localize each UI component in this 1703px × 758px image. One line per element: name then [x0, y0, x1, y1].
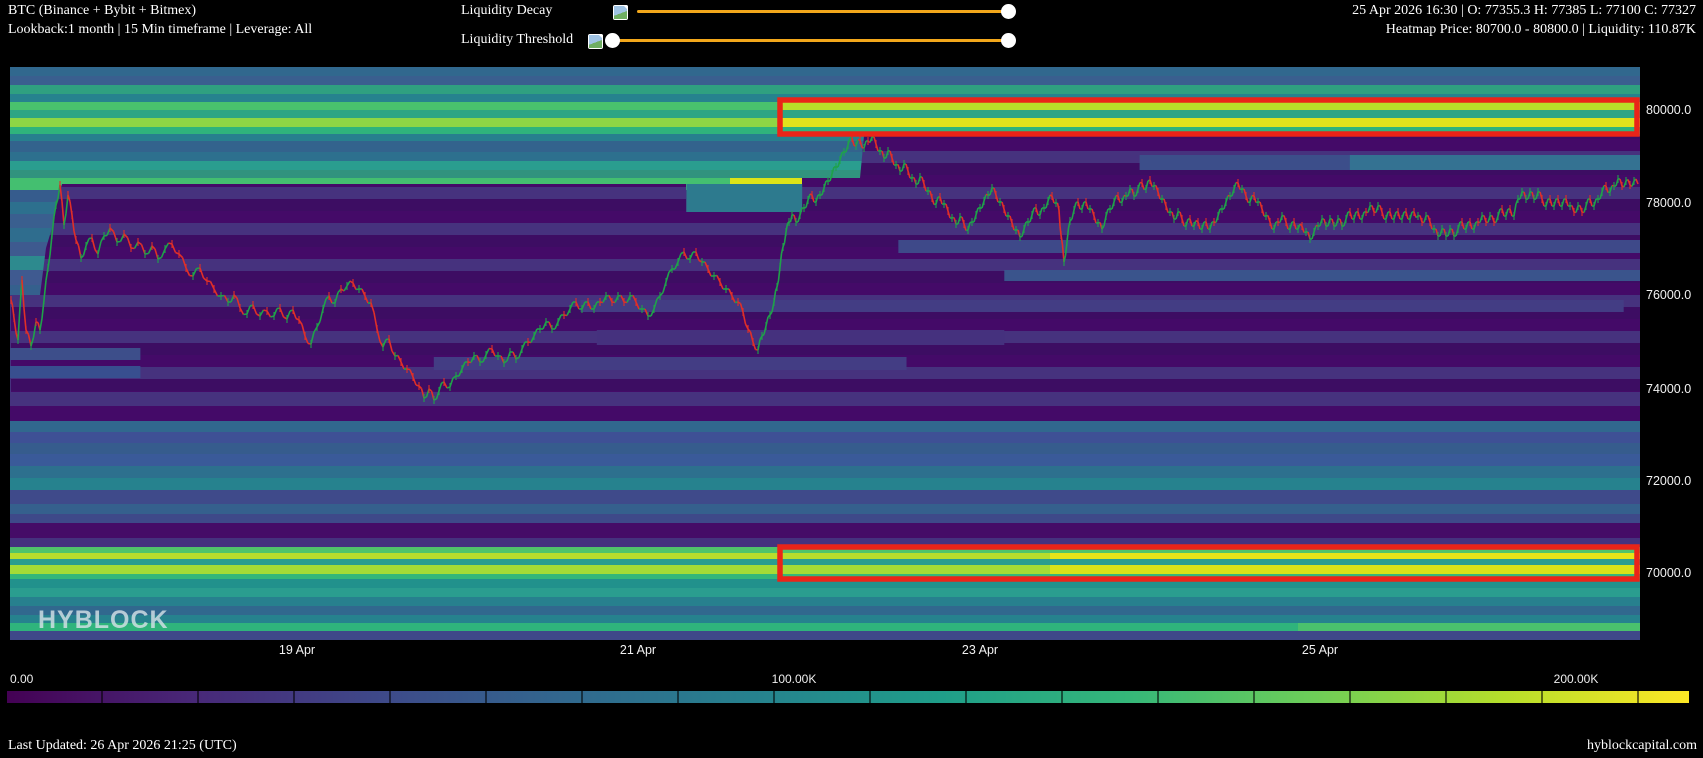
liquidity-decay-slider-track[interactable]: [637, 10, 1011, 13]
liquidity-decay-slider-handle[interactable]: [1001, 4, 1016, 19]
liquidity-threshold-slider-handle-min[interactable]: [605, 33, 620, 48]
lookback-settings: Lookback:1 month | 15 Min timeframe | Le…: [8, 22, 312, 38]
heatmap-overlay: [10, 67, 1640, 640]
liquidity-threshold-slider-handle-max[interactable]: [1001, 33, 1016, 48]
x-axis-tick: 19 Apr: [279, 643, 315, 657]
hyblock-watermark: HYBLOCK: [38, 606, 169, 635]
y-axis-tick: 76000.0: [1646, 288, 1691, 302]
y-axis-tick: 80000.0: [1646, 103, 1691, 117]
highlight-box: [780, 547, 1637, 579]
ohlc-readout: 25 Apr 2026 16:30 | O: 77355.3 H: 77385 …: [1352, 3, 1696, 19]
liquidity-decay-label: Liquidity Decay: [461, 3, 552, 19]
liquidity-threshold-label: Liquidity Threshold: [461, 32, 573, 48]
image-placeholder-icon: [588, 34, 603, 49]
image-placeholder-icon: [613, 5, 628, 20]
y-axis-tick: 74000.0: [1646, 382, 1691, 396]
y-axis-tick: 78000.0: [1646, 196, 1691, 210]
heatmap-price-readout: Heatmap Price: 80700.0 - 80800.0 | Liqui…: [1386, 22, 1696, 38]
colorbar-label: 100.00K: [772, 672, 817, 686]
y-axis-tick: 70000.0: [1646, 566, 1691, 580]
site-link[interactable]: hyblockcapital.com: [1587, 738, 1697, 754]
symbol-title: BTC (Binance + Bybit + Bitmex): [8, 3, 196, 19]
consumed-liquidity-region: [11, 136, 1640, 392]
liquidity-threshold-slider-track[interactable]: [614, 39, 1011, 42]
liquidity-colorbar: [7, 691, 1689, 703]
x-axis-tick: 21 Apr: [620, 643, 656, 657]
x-axis-tick: 23 Apr: [962, 643, 998, 657]
x-axis-tick: 25 Apr: [1302, 643, 1338, 657]
colorbar-label: 0.00: [10, 672, 33, 686]
colorbar-label: 200.00K: [1554, 672, 1599, 686]
liquidity-heatmap-plot[interactable]: [10, 67, 1640, 640]
y-axis-tick: 72000.0: [1646, 474, 1691, 488]
last-updated-text: Last Updated: 26 Apr 2026 21:25 (UTC): [8, 738, 237, 754]
highlight-box: [780, 100, 1637, 134]
